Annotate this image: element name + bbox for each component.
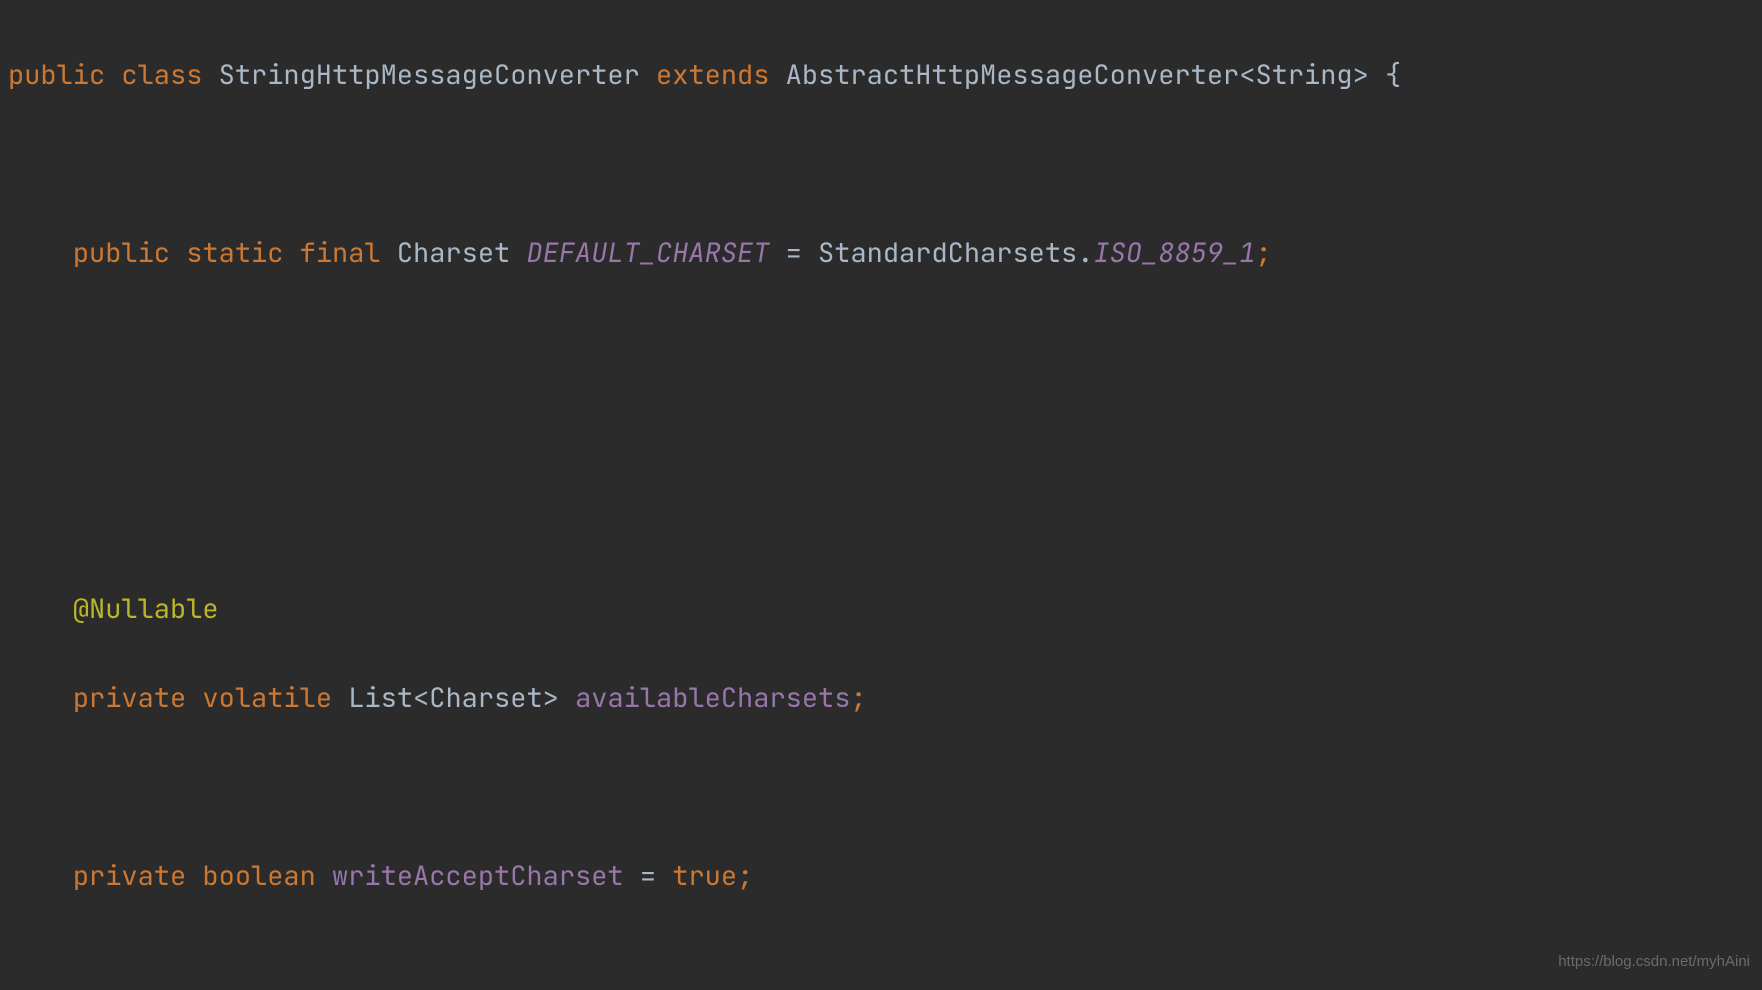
code-line: private boolean writeAcceptCharset = tru… <box>8 854 1762 899</box>
code-line: @Nullable <box>8 587 1762 632</box>
superclass: AbstractHttpMessageConverter <box>786 57 1240 93</box>
code-line <box>8 320 1762 365</box>
code-line <box>8 765 1762 810</box>
kw-extends: extends <box>656 57 769 93</box>
code-line <box>8 943 1762 988</box>
annotation-nullable: @Nullable <box>73 591 219 627</box>
code-line <box>8 498 1762 543</box>
generic-type: String <box>1255 57 1352 93</box>
class-name: StringHttpMessageConverter <box>219 57 640 93</box>
const-default-charset: DEFAULT_CHARSET <box>526 235 769 271</box>
code-line <box>8 409 1762 454</box>
code-line: public class StringHttpMessageConverter … <box>8 53 1762 98</box>
kw-class: class <box>121 57 202 93</box>
code-line: private volatile List<Charset> available… <box>8 676 1762 721</box>
code-editor[interactable]: public class StringHttpMessageConverter … <box>0 0 1762 990</box>
const-iso: ISO_8859_1 <box>1093 235 1255 271</box>
code-line <box>8 142 1762 187</box>
watermark: https://blog.csdn.net/myhAini <box>1558 940 1750 985</box>
field-write-accept-charset: writeAcceptCharset <box>332 858 624 894</box>
field-available-charsets: availableCharsets <box>575 680 850 716</box>
code-line: public static final Charset DEFAULT_CHAR… <box>8 231 1762 276</box>
kw-public: public <box>8 57 105 93</box>
